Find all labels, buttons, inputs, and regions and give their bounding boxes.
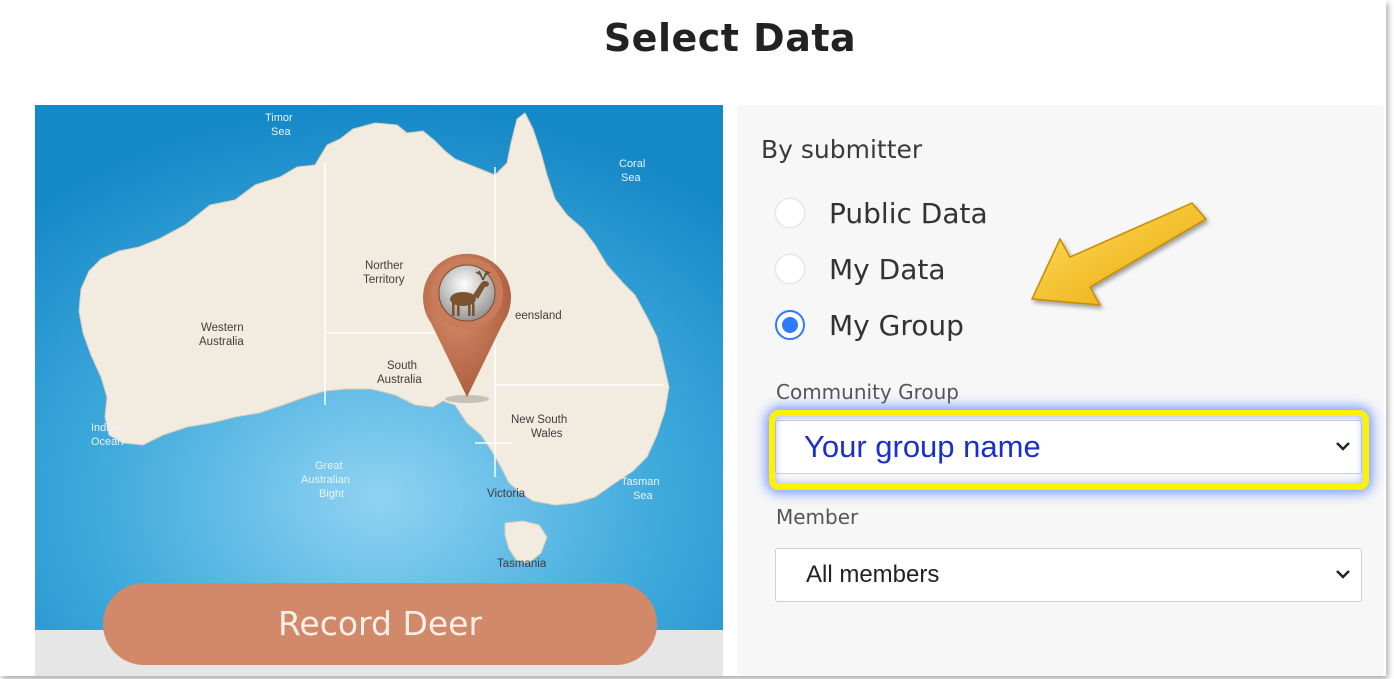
great-bight-label-3: Bight	[319, 488, 344, 500]
member-value: All members	[806, 561, 940, 588]
new-south-wales-label: New South	[511, 414, 567, 426]
victoria-label: Victoria	[487, 488, 526, 500]
record-deer-button[interactable]: Record Deer	[103, 583, 657, 665]
new-south-wales-label-2: Wales	[531, 428, 563, 440]
coral-sea-label: Coral	[619, 158, 645, 170]
tasman-sea-label: Tasman	[621, 476, 660, 488]
indian-ocean-label: Indian	[91, 422, 121, 434]
northern-territory-label: Norther	[365, 260, 404, 272]
radio-my-data[interactable]: My Data	[775, 249, 945, 289]
indian-ocean-label-2: Ocean	[91, 436, 123, 448]
south-australia-label: South	[387, 360, 417, 372]
member-label: Member	[776, 505, 859, 529]
great-bight-label: Great	[315, 460, 343, 472]
page-title: Select Data	[603, 16, 857, 60]
tasman-sea-label-2: Sea	[633, 490, 653, 502]
chevron-down-icon	[1336, 442, 1350, 451]
member-select[interactable]: All members	[775, 548, 1362, 602]
great-bight-label-2: Australian	[301, 474, 350, 486]
radio-button[interactable]	[775, 254, 805, 284]
filter-panel: By submitter Public Data My Data My Grou…	[737, 105, 1384, 676]
timor-sea-label-2: Sea	[271, 126, 291, 138]
map-panel[interactable]: Timor Sea Coral Sea Indian Ocean Great A…	[35, 105, 723, 676]
western-australia-label-2: Australia	[199, 336, 244, 348]
community-group-label: Community Group	[776, 380, 959, 404]
northern-territory-label-2: Territory	[363, 274, 405, 286]
community-group-value: Your group name	[804, 429, 1041, 464]
coral-sea-label-2: Sea	[621, 172, 641, 184]
radio-label: My Data	[829, 252, 946, 286]
app-frame: Select Data Timor Sea Coral Sea Indian O…	[0, 0, 1386, 676]
by-submitter-label: By submitter	[761, 135, 923, 164]
queensland-label: eensland	[515, 310, 562, 322]
community-group-select[interactable]: Your group name	[775, 420, 1362, 474]
radio-public-data[interactable]: Public Data	[775, 193, 988, 233]
radio-label: Public Data	[829, 196, 988, 230]
western-australia-label: Western	[201, 322, 244, 334]
timor-sea-label: Timor	[265, 112, 293, 124]
radio-label: My Group	[829, 308, 964, 342]
australia-map[interactable]: Timor Sea Coral Sea Indian Ocean Great A…	[35, 105, 723, 630]
radio-button[interactable]	[775, 198, 805, 228]
radio-button-checked[interactable]	[775, 310, 805, 340]
pointer-arrow-icon	[1030, 202, 1208, 306]
radio-my-group[interactable]: My Group	[775, 305, 964, 345]
tasmania-label: Tasmania	[497, 558, 547, 570]
chevron-down-icon	[1336, 570, 1350, 579]
south-australia-label-2: Australia	[377, 374, 422, 386]
